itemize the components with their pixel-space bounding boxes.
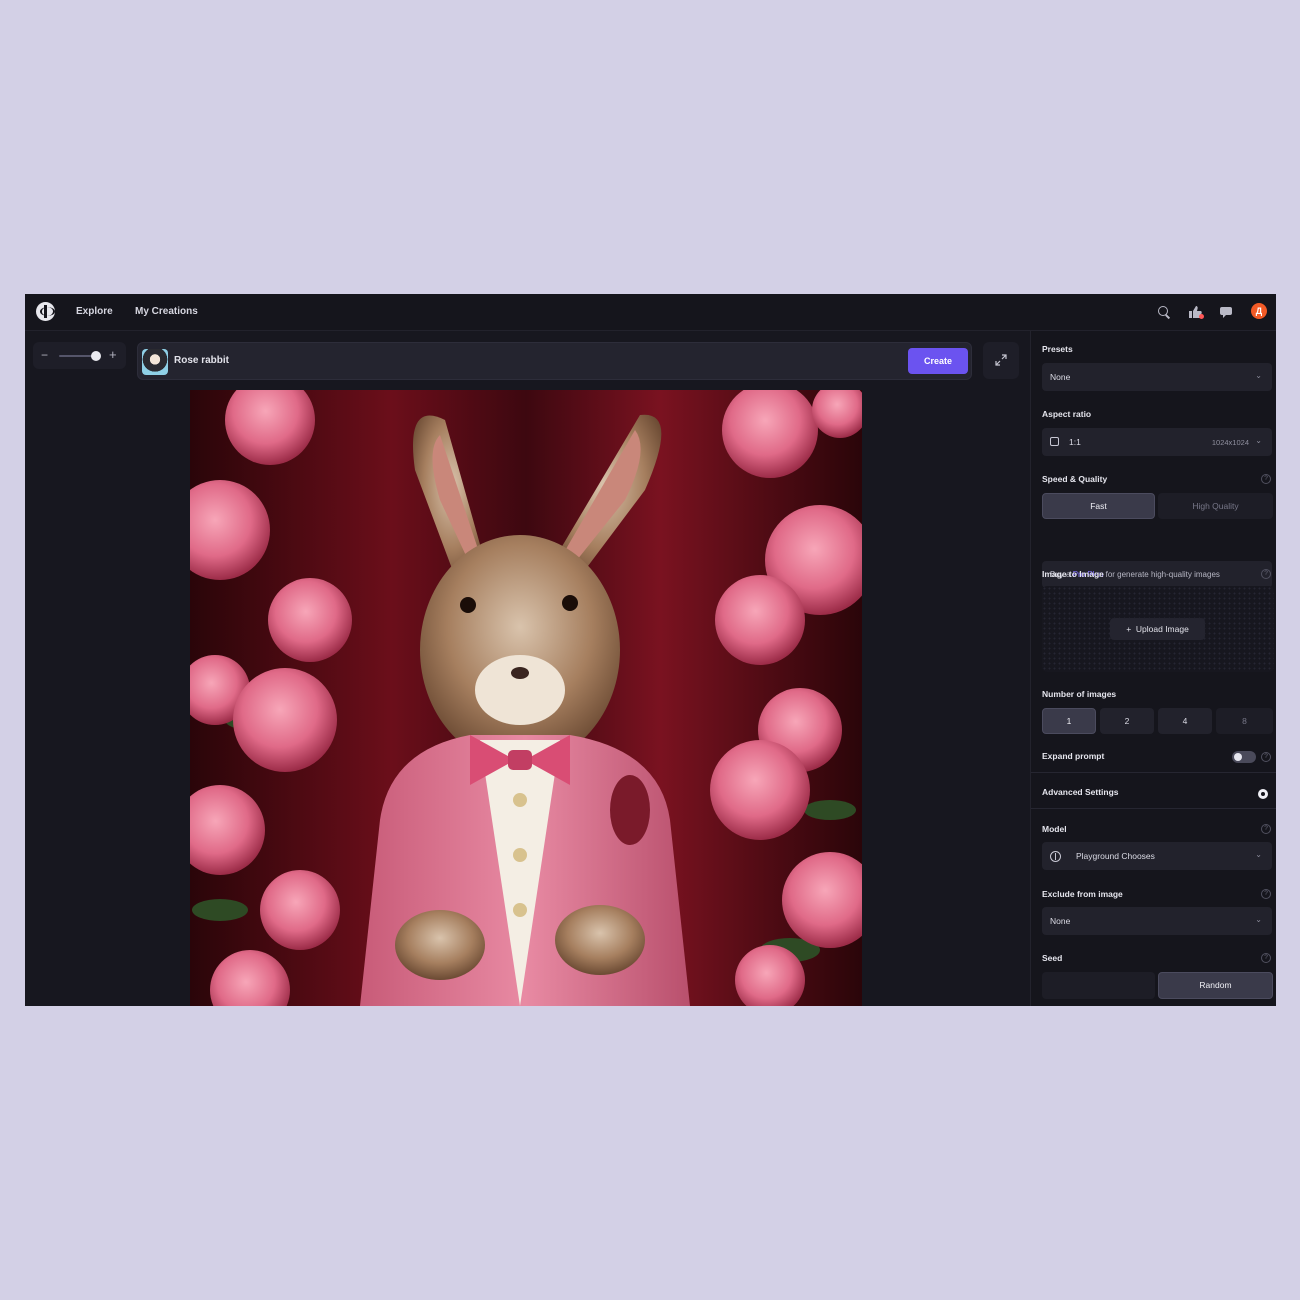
aspect-ratio-label: Aspect ratio	[1042, 409, 1092, 419]
exclude-value: None	[1050, 916, 1071, 926]
prompt-avatar-thumbnail	[142, 349, 168, 375]
num-images-8[interactable]: 8	[1216, 708, 1273, 734]
seed-label: Seed	[1042, 953, 1063, 963]
top-bar: Explore My Creations Д	[25, 294, 1276, 331]
expand-prompt-label: Expand prompt	[1042, 751, 1105, 761]
presets-label: Presets	[1042, 344, 1073, 354]
chevron-down-icon: ⌄	[1255, 915, 1262, 924]
seed-input[interactable]	[1042, 972, 1155, 999]
help-icon[interactable]: ?	[1261, 953, 1271, 963]
upload-image-button[interactable]: + Upload Image	[1110, 618, 1205, 640]
speed-fast-option[interactable]: Fast	[1042, 493, 1155, 519]
random-seed-button[interactable]: Random	[1158, 972, 1273, 999]
presets-select[interactable]: None ⌄	[1042, 363, 1272, 391]
num-images-1[interactable]: 1	[1042, 708, 1096, 734]
exclude-label: Exclude from image	[1042, 889, 1123, 899]
divider	[1031, 808, 1276, 809]
prompt-text[interactable]: Rose rabbit	[174, 355, 229, 366]
model-value: Playground Chooses	[1076, 851, 1155, 861]
chevron-down-icon: ⌄	[1255, 850, 1262, 859]
num-images-2[interactable]: 2	[1100, 708, 1154, 734]
number-of-images-label: Number of images	[1042, 689, 1117, 699]
divider	[1031, 772, 1276, 773]
help-icon[interactable]: ?	[1261, 889, 1271, 899]
speed-quality-label: Speed & Quality	[1042, 474, 1108, 484]
model-label: Model	[1042, 824, 1067, 834]
help-icon[interactable]: ?	[1261, 752, 1271, 762]
help-icon[interactable]: ?	[1261, 474, 1271, 484]
aspect-ratio-value: 1:1	[1069, 437, 1081, 447]
zoom-in-button[interactable]: +	[109, 347, 117, 362]
image-to-image-label: Image to Image	[1042, 569, 1104, 579]
zoom-control: − +	[33, 342, 126, 369]
help-icon[interactable]: ?	[1261, 569, 1271, 579]
num-images-4[interactable]: 4	[1158, 708, 1212, 734]
image-upload-dropzone[interactable]: + Upload Image	[1042, 586, 1274, 672]
toggle-knob	[1234, 753, 1242, 761]
aspect-ratio-resolution: 1024x1024	[1211, 438, 1249, 447]
logo-icon[interactable]	[36, 302, 55, 321]
aspect-ratio-select[interactable]: 1:1 1024x1024 ⌄	[1042, 428, 1272, 456]
model-icon	[1050, 851, 1061, 862]
nav-my-creations[interactable]: My Creations	[135, 306, 198, 317]
square-ratio-icon	[1050, 437, 1059, 446]
expand-prompt-toggle[interactable]	[1232, 751, 1256, 763]
zoom-out-button[interactable]: −	[41, 348, 48, 362]
notification-dot	[1199, 314, 1204, 319]
advanced-settings-label[interactable]: Advanced Settings	[1042, 787, 1119, 797]
pro-note-suffix: for generate high-quality images	[1103, 570, 1220, 579]
chevron-down-icon: ⌄	[1255, 436, 1262, 445]
avatar[interactable]: Д	[1251, 303, 1267, 319]
gear-icon[interactable]	[1258, 789, 1268, 799]
chat-icon[interactable]	[1219, 304, 1235, 320]
model-select[interactable]: Playground Chooses ⌄	[1042, 842, 1272, 870]
chevron-down-icon: ⌄	[1255, 371, 1262, 380]
generated-image[interactable]	[190, 390, 862, 1006]
presets-value: None	[1050, 372, 1071, 382]
expand-icon[interactable]	[983, 342, 1019, 379]
plus-icon: +	[1126, 624, 1132, 634]
settings-panel: Presets None ⌄ Aspect ratio 1:1 1024x102…	[1030, 331, 1276, 1006]
zoom-slider-handle[interactable]	[91, 351, 101, 361]
app-window: Explore My Creations Д − + Rose rabbit C…	[25, 294, 1276, 1006]
help-icon[interactable]: ?	[1261, 824, 1271, 834]
upload-image-label: Upload Image	[1135, 624, 1189, 634]
search-icon[interactable]	[1156, 304, 1172, 320]
prompt-bar[interactable]: Rose rabbit Create	[137, 342, 972, 380]
nav-explore[interactable]: Explore	[76, 306, 113, 317]
exclude-select[interactable]: None ⌄	[1042, 907, 1272, 935]
create-button[interactable]: Create	[908, 348, 968, 374]
speed-high-quality-option[interactable]: High Quality	[1158, 493, 1273, 519]
